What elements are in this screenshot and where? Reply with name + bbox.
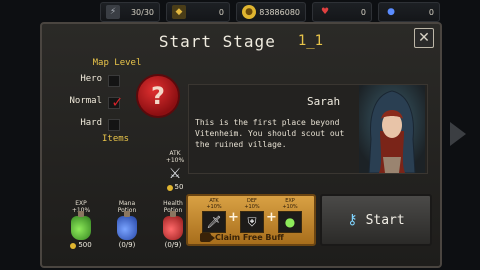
item-price: 500 bbox=[62, 242, 100, 249]
gem-icon: ◆ bbox=[172, 5, 186, 19]
level-option-label: Normal bbox=[69, 96, 102, 106]
stage-code: 1_1 bbox=[297, 33, 324, 49]
health-potion-icon bbox=[163, 211, 183, 240]
buff-label-line2: +10% bbox=[282, 204, 298, 210]
close-button[interactable]: ✕ bbox=[414, 28, 434, 48]
gold-value: 83886080 bbox=[259, 7, 300, 17]
level-option-normal[interactable]: Normal ✓ bbox=[52, 92, 122, 111]
next-arrow-icon[interactable] bbox=[450, 122, 466, 146]
sword-icon: ⚔ bbox=[168, 166, 182, 182]
item-name-line1: ATK bbox=[169, 150, 181, 157]
buff-atk: ATK +10% 🗡 bbox=[200, 198, 228, 233]
video-camera-icon bbox=[200, 233, 215, 242]
buff-label-line2: +10% bbox=[244, 204, 260, 210]
map-level-title: Map Level bbox=[92, 58, 142, 68]
character-name: Sarah bbox=[307, 95, 341, 108]
item-price-value: 50 bbox=[174, 183, 184, 191]
item-exp-potion[interactable]: EXP +10% 500 bbox=[62, 200, 100, 249]
gold-coin-icon: ● bbox=[242, 5, 256, 19]
item-price: 50 bbox=[160, 184, 190, 191]
claim-free-buff-label[interactable]: Claim Free Buff bbox=[200, 233, 284, 242]
gold-coin-icon bbox=[70, 242, 77, 249]
gems-value: 0 bbox=[218, 7, 224, 17]
level-option-label: Hero bbox=[80, 74, 102, 84]
level-option-hard[interactable]: Hard bbox=[52, 118, 122, 132]
character-portrait bbox=[359, 85, 425, 173]
mana-potion-icon bbox=[117, 211, 137, 240]
gold-counter: ● 83886080 bbox=[236, 2, 306, 22]
item-name-line2: +10% bbox=[165, 157, 185, 164]
stage-description: This is the first place beyond Vitenheim… bbox=[195, 118, 345, 149]
buff-label-line2: +10% bbox=[206, 204, 222, 210]
gems-counter: ◆ 0 bbox=[166, 2, 230, 22]
level-option-hero[interactable]: Hero bbox=[52, 74, 122, 88]
health-potion-value: 0 bbox=[360, 7, 366, 17]
energy-icon: ⚡ bbox=[106, 5, 120, 19]
health-potion-icon: ♥ bbox=[320, 7, 330, 17]
health-potion-counter: ♥ 0 bbox=[312, 2, 372, 22]
exp-potion-icon: ● bbox=[278, 211, 302, 233]
buff-exp: EXP +10% ● bbox=[276, 198, 304, 233]
close-icon: ✕ bbox=[418, 30, 430, 46]
character-panel: Sarah This is the first place beyond Vit… bbox=[188, 84, 428, 174]
item-price-value: 500 bbox=[78, 241, 92, 249]
resource-bar: ⚡ 30/30 ◆ 0 ● 83886080 ♥ 0 ● 0 bbox=[100, 2, 440, 22]
item-atk-boost[interactable]: ATK +10% ⚔ 50 bbox=[160, 150, 190, 191]
question-mark-glyph: ? bbox=[151, 82, 165, 110]
exp-potion-icon bbox=[71, 211, 91, 240]
buff-def: DEF +10% ⛨ bbox=[238, 198, 266, 233]
mana-potion-counter: ● 0 bbox=[378, 2, 440, 22]
item-mana-potion[interactable]: Mana Potion (0/9) bbox=[108, 200, 146, 249]
items-title: Items bbox=[102, 134, 130, 144]
item-name-line1: Mana bbox=[118, 200, 136, 207]
start-button[interactable]: ⚷ Start bbox=[320, 194, 432, 246]
sword-icon: 🗡 bbox=[202, 211, 226, 233]
start-stage-modal: Start Stage 1_1 ✕ Map Level Hero Normal … bbox=[40, 22, 442, 268]
energy-counter: ⚡ 30/30 bbox=[100, 2, 160, 22]
mystery-seal-icon: ? bbox=[136, 74, 180, 118]
mana-potion-value: 0 bbox=[428, 7, 434, 17]
claim-text: Claim Free Buff bbox=[215, 233, 284, 242]
start-label: Start bbox=[365, 212, 405, 228]
gold-coin-icon bbox=[166, 184, 173, 191]
modal-title: Start Stage bbox=[158, 31, 276, 51]
free-buff-panel[interactable]: ATK +10% 🗡 + DEF +10% ⛨ + EXP +10% ● Cla… bbox=[186, 194, 316, 246]
energy-value: 30/30 bbox=[130, 7, 154, 17]
item-count: (0/9) bbox=[118, 241, 136, 249]
modal-header: Start Stage 1_1 bbox=[42, 24, 440, 58]
item-name-line1: EXP bbox=[75, 200, 87, 207]
level-checkbox[interactable] bbox=[108, 75, 120, 87]
mana-potion-icon: ● bbox=[387, 7, 395, 17]
shield-icon: ⛨ bbox=[240, 211, 264, 233]
key-icon: ⚷ bbox=[347, 212, 358, 228]
checkmark-icon: ✓ bbox=[112, 92, 122, 111]
level-checkbox[interactable] bbox=[108, 119, 120, 131]
level-option-label: Hard bbox=[80, 118, 102, 128]
